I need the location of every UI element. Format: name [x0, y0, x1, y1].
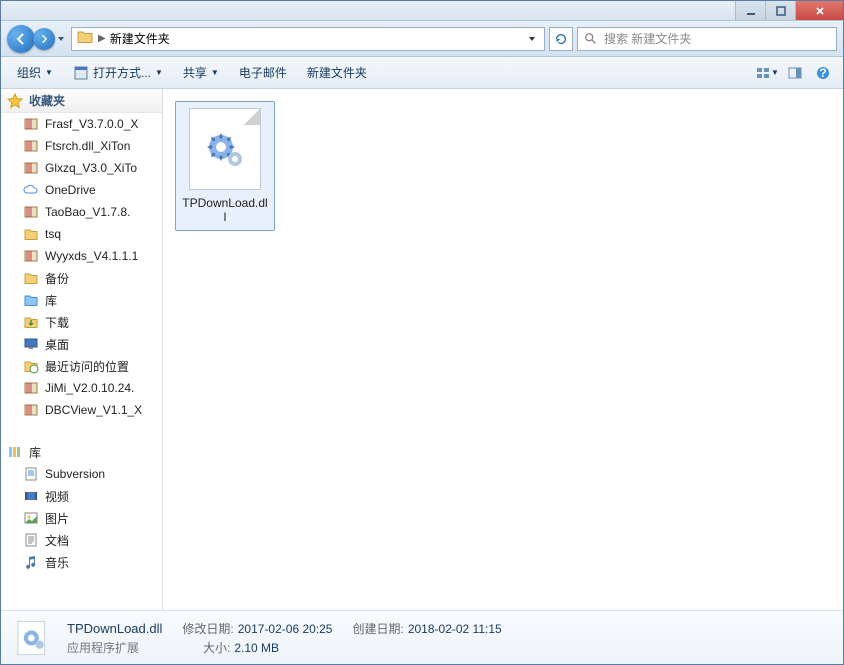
breadcrumb-dropdown[interactable]: [528, 32, 536, 46]
nav-back-button[interactable]: [7, 25, 35, 53]
document-icon: [23, 466, 39, 482]
body: 收藏夹 Frasf_V3.7.0.0_X Ftsrch.dll_XiTon Gl…: [1, 89, 843, 610]
libraries-icon: [7, 444, 23, 460]
archive-icon: [23, 380, 39, 396]
gear-icon: [201, 125, 249, 173]
email-button[interactable]: 电子邮件: [231, 60, 295, 85]
address-bar: ▶ 新建文件夹 搜索 新建文件夹: [1, 21, 843, 57]
refresh-button[interactable]: [549, 27, 573, 51]
sidebar-item[interactable]: 桌面: [1, 333, 162, 355]
app-icon: [73, 65, 89, 81]
gear-icon: [13, 618, 53, 658]
cloud-icon: [23, 182, 39, 198]
sidebar-item[interactable]: Ftsrch.dll_XiTon: [1, 135, 162, 157]
sidebar-item[interactable]: 图片: [1, 507, 162, 529]
search-icon: [584, 32, 598, 46]
picture-icon: [23, 510, 39, 526]
file-item[interactable]: TPDownLoad.dll: [175, 101, 275, 231]
archive-icon: [23, 160, 39, 176]
download-icon: [23, 314, 39, 330]
details-filetype: 应用程序扩展: [67, 639, 139, 656]
details-created: 2018-02-02 11:15: [408, 622, 502, 636]
breadcrumb[interactable]: ▶ 新建文件夹: [71, 27, 545, 51]
help-button[interactable]: ?: [811, 61, 835, 85]
details-pane: TPDownLoad.dll 修改日期:2017-02-06 20:25 创建日…: [1, 610, 843, 664]
preview-pane-button[interactable]: [783, 61, 807, 85]
search-input[interactable]: 搜索 新建文件夹: [577, 27, 837, 51]
sidebar-item[interactable]: 最近访问的位置: [1, 355, 162, 377]
svg-text:?: ?: [819, 66, 826, 80]
details-filename: TPDownLoad.dll: [67, 621, 162, 636]
maximize-button[interactable]: [765, 1, 795, 20]
sidebar-item[interactable]: 文档: [1, 529, 162, 551]
file-thumbnail: [189, 108, 261, 190]
sidebar-item[interactable]: TaoBao_V1.7.8.: [1, 201, 162, 223]
sidebar-item[interactable]: OneDrive: [1, 179, 162, 201]
details-size: 2.10 MB: [234, 641, 279, 655]
details-icon: [11, 616, 55, 660]
favorites-header[interactable]: 收藏夹: [1, 89, 162, 113]
nav-history-dropdown[interactable]: [55, 29, 67, 49]
document-icon: [23, 532, 39, 548]
library-icon: [23, 292, 39, 308]
sidebar-item[interactable]: Frasf_V3.7.0.0_X: [1, 113, 162, 135]
archive-icon: [23, 248, 39, 264]
sidebar-item[interactable]: Wyyxds_V4.1.1.1: [1, 245, 162, 267]
sidebar-item[interactable]: 音乐: [1, 551, 162, 573]
explorer-window: ▶ 新建文件夹 搜索 新建文件夹 组织 ▼ 打开方式... ▼ 共享 ▼ 电子邮…: [0, 0, 844, 665]
content-area[interactable]: TPDownLoad.dll: [163, 89, 843, 610]
sidebar-item[interactable]: 下载: [1, 311, 162, 333]
star-icon: [7, 93, 23, 109]
close-button[interactable]: [795, 1, 843, 20]
sidebar-item[interactable]: DBCView_V1.1_X: [1, 399, 162, 421]
archive-icon: [23, 402, 39, 418]
toolbar: 组织 ▼ 打开方式... ▼ 共享 ▼ 电子邮件 新建文件夹 ▼ ?: [1, 57, 843, 89]
nav-forward-button[interactable]: [33, 28, 55, 50]
breadcrumb-folder: 新建文件夹: [110, 30, 170, 47]
sidebar-item[interactable]: 视频: [1, 485, 162, 507]
share-button[interactable]: 共享 ▼: [175, 60, 227, 85]
newfolder-button[interactable]: 新建文件夹: [299, 60, 375, 85]
archive-icon: [23, 116, 39, 132]
sidebar-item[interactable]: 备份: [1, 267, 162, 289]
sidebar: 收藏夹 Frasf_V3.7.0.0_X Ftsrch.dll_XiTon Gl…: [1, 89, 163, 610]
libraries-header[interactable]: 库: [1, 441, 162, 463]
folder-icon: [76, 28, 94, 49]
sidebar-item[interactable]: Glxzq_V3.0_XiTo: [1, 157, 162, 179]
archive-icon: [23, 138, 39, 154]
desktop-icon: [23, 336, 39, 352]
sidebar-item[interactable]: 库: [1, 289, 162, 311]
folder-icon: [23, 270, 39, 286]
chevron-right-icon: ▶: [98, 33, 106, 44]
sidebar-item[interactable]: Subversion: [1, 463, 162, 485]
minimize-button[interactable]: [735, 1, 765, 20]
details-modified: 2017-02-06 20:25: [238, 622, 333, 636]
music-icon: [23, 554, 39, 570]
sidebar-item[interactable]: JiMi_V2.0.10.24.: [1, 377, 162, 399]
sidebar-item[interactable]: tsq: [1, 223, 162, 245]
video-icon: [23, 488, 39, 504]
file-label: TPDownLoad.dll: [182, 196, 268, 224]
folder-icon: [23, 226, 39, 242]
organize-button[interactable]: 组织 ▼: [9, 60, 61, 85]
view-options-button[interactable]: ▼: [755, 61, 779, 85]
openwith-button[interactable]: 打开方式... ▼: [65, 60, 171, 85]
recent-icon: [23, 358, 39, 374]
titlebar: [1, 1, 843, 21]
archive-icon: [23, 204, 39, 220]
search-placeholder: 搜索 新建文件夹: [604, 30, 691, 47]
